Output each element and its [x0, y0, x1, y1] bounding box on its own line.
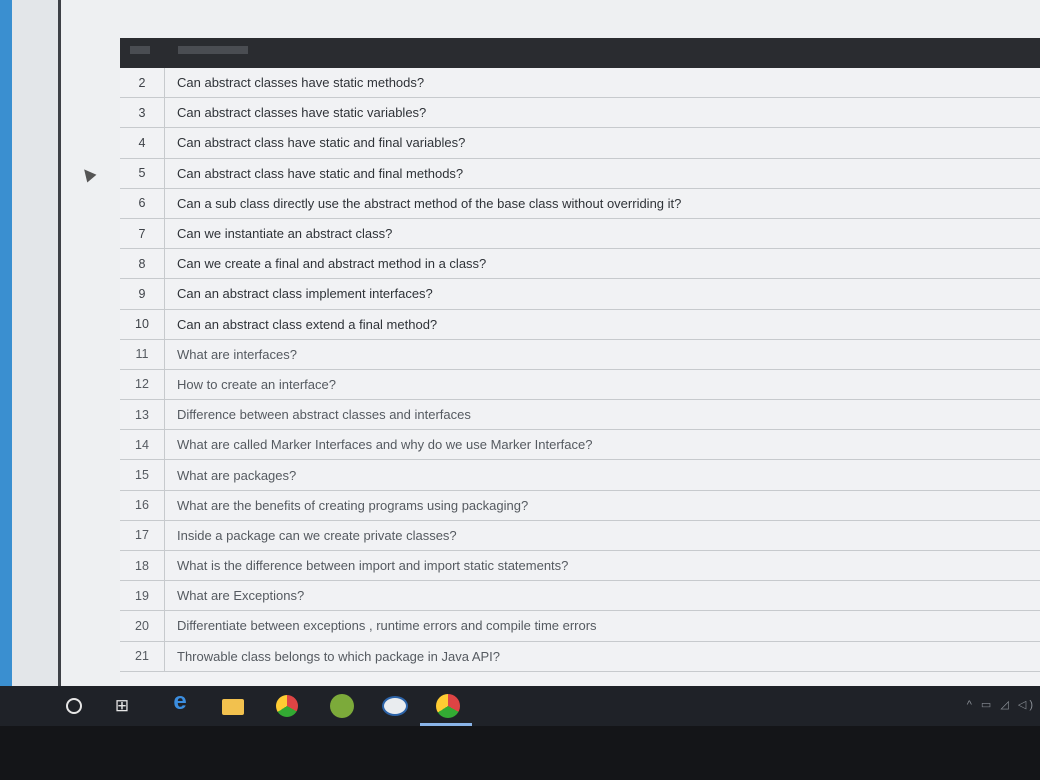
row-question: Can an abstract class implement interfac…: [177, 286, 433, 302]
table-row[interactable]: 16 What are the benefits of creating prog…: [120, 490, 1040, 521]
monitor-bezel: [0, 726, 1040, 780]
row-question: Can we create a final and abstract metho…: [177, 256, 487, 272]
table-row[interactable]: 20 Differentiate between exceptions , run…: [120, 611, 1040, 642]
row-question: Can we instantiate an abstract class?: [177, 226, 393, 242]
table-row[interactable]: 10 Can an abstract class extend a final m…: [120, 309, 1040, 340]
green-app-icon[interactable]: [330, 694, 354, 718]
table-row[interactable]: 8 Can we create a final and abstract meth…: [120, 249, 1040, 280]
table-row[interactable]: 21 Throwable class belongs to which packa…: [120, 641, 1040, 672]
row-question: Can abstract class have static and final…: [177, 165, 464, 181]
row-question: Can a sub class directly use the abstrac…: [177, 195, 682, 211]
table-row[interactable]: 5 Can abstract class have static and fina…: [120, 158, 1040, 189]
row-number: 5: [120, 158, 165, 188]
header-no-blur: [130, 46, 150, 54]
row-number: 12: [120, 369, 165, 400]
table-row[interactable]: 9 Can an abstract class implement interfa…: [120, 279, 1040, 310]
chrome-icon[interactable]: [276, 695, 298, 717]
table-row[interactable]: 18 What is the difference between import …: [120, 551, 1040, 582]
task-view-icon[interactable]: ⊞: [112, 696, 132, 716]
row-number: 7: [120, 218, 165, 249]
questions-table: 2 Can abstract classes have static method…: [120, 38, 1040, 686]
table-row[interactable]: 6 Can a sub class directly use the abstra…: [120, 188, 1040, 219]
ide-app-icon[interactable]: [382, 696, 408, 716]
table-row[interactable]: 7 Can we instantiate an abstract class?: [120, 218, 1040, 250]
table-row[interactable]: 17 Inside a package can we create private…: [120, 520, 1040, 551]
table-row[interactable]: 12 How to create an interface?: [120, 369, 1040, 401]
row-question: What are the benefits of creating progra…: [177, 497, 529, 513]
edge-icon[interactable]: e: [170, 688, 190, 715]
row-question: Throwable class belongs to which package…: [177, 648, 501, 664]
table-body: 2 Can abstract classes have static method…: [120, 68, 1040, 672]
row-number: 21: [120, 641, 165, 671]
row-question: What are interfaces?: [177, 346, 297, 362]
table-row[interactable]: 14 What are called Marker Interfaces and …: [120, 430, 1040, 461]
taskbar: ⊞ e ^ ▭ ◿ ◁): [0, 686, 1040, 726]
table-row[interactable]: 2 Can abstract classes have static method…: [120, 68, 1040, 99]
row-number: 11: [120, 339, 165, 369]
row-number: 18: [120, 551, 165, 581]
row-question: What are Exceptions?: [177, 588, 305, 604]
file-explorer-icon[interactable]: [222, 699, 244, 715]
row-number: 20: [120, 611, 165, 641]
table-row[interactable]: 13 Difference between abstract classes an…: [120, 400, 1040, 431]
cortana-icon[interactable]: [66, 698, 82, 714]
row-number: 3: [120, 98, 165, 128]
row-number: 15: [120, 460, 165, 490]
row-question: What are packages?: [177, 467, 297, 483]
table-row[interactable]: 3 Can abstract classes have static variab…: [120, 98, 1040, 129]
row-number: 9: [120, 279, 165, 309]
row-question: What is the difference between import an…: [177, 558, 569, 574]
row-number: 10: [120, 309, 165, 339]
row-question: Can abstract classes have static methods…: [177, 75, 425, 91]
row-number: 19: [120, 581, 165, 611]
row-number: 17: [120, 520, 165, 550]
row-question: Differentiate between exceptions , runti…: [177, 618, 597, 634]
table-row[interactable]: 15 What are packages?: [120, 460, 1040, 491]
row-question: How to create an interface?: [177, 376, 336, 392]
table-row[interactable]: 11 What are interfaces?: [120, 339, 1040, 370]
row-number: 14: [120, 430, 165, 460]
chrome-profile-icon[interactable]: [436, 694, 460, 718]
row-number: 16: [120, 490, 165, 520]
table-row[interactable]: 4 Can abstract class have static and fina…: [120, 128, 1040, 159]
row-number: 13: [120, 400, 165, 430]
left-panel: [12, 0, 61, 690]
row-question: What are called Marker Interfaces and wh…: [177, 437, 593, 453]
row-question: Can abstract class have static and final…: [177, 135, 466, 151]
row-number: 8: [120, 249, 165, 279]
table-row[interactable]: 19 What are Exceptions?: [120, 581, 1040, 612]
row-question: Inside a package can we create private c…: [177, 527, 457, 543]
row-number: 6: [120, 188, 165, 218]
row-question: Difference between abstract classes and …: [177, 407, 471, 423]
row-question: Can abstract classes have static variabl…: [177, 105, 427, 121]
row-number: 4: [120, 128, 165, 158]
row-question: Can an abstract class extend a final met…: [177, 316, 438, 332]
mouse-cursor-icon: [79, 165, 97, 183]
screen: 2 Can abstract classes have static method…: [0, 0, 1040, 700]
table-header: [120, 38, 1040, 68]
system-tray[interactable]: ^ ▭ ◿ ◁): [967, 698, 1036, 711]
header-question-blur: [178, 46, 248, 54]
window-edge-strip: [0, 0, 12, 690]
row-number: 2: [120, 68, 165, 98]
